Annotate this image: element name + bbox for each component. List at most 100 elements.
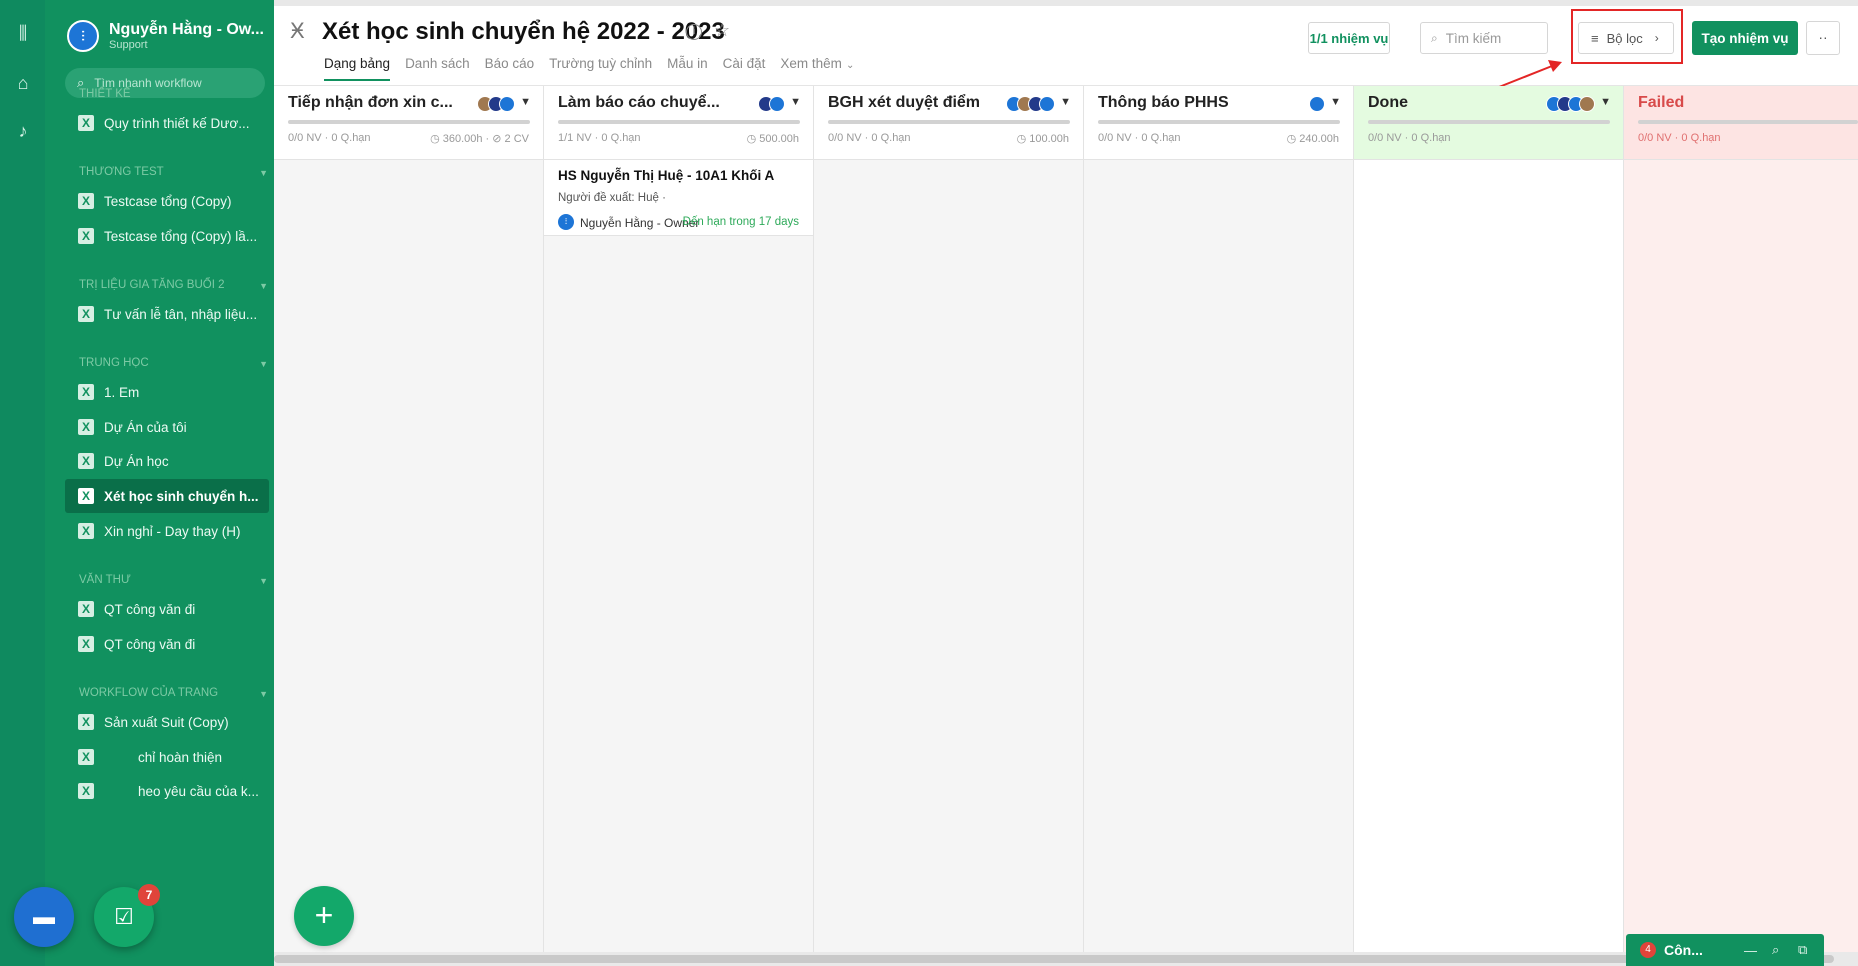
search-icon[interactable]: ⌕ [1772, 942, 1779, 958]
chevron-down-icon[interactable]: ▼ [259, 576, 268, 586]
profile[interactable]: ⫶ Nguyễn Hằng - Ow... Support [67, 20, 264, 52]
workflow-icon: X [78, 419, 94, 435]
avatar [1579, 96, 1595, 112]
card-title: HS Nguyễn Thị Huệ - 10A1 Khối A [558, 168, 775, 183]
sidebar-item[interactable]: X Testcase tổng (Copy) lầ... [65, 219, 269, 253]
progress-bar [1368, 120, 1610, 124]
column-bgh-xet-duyet: BGH xét duyệt điểm ▼ 0/0 NV · 0 Q.hạn ◷ … [814, 86, 1084, 952]
tab-dang-bang[interactable]: Dạng bảng [324, 56, 391, 81]
tab-cai-dat[interactable]: Cài đặt [723, 56, 766, 81]
column-title: Tiếp nhận đơn xin c... [288, 94, 453, 111]
column-hours: ◷ 100.00h [1016, 133, 1069, 145]
group-thiet-ke[interactable]: THIẾT KẾ [79, 88, 131, 100]
card-due: Đến hạn trong 17 days [682, 216, 799, 228]
column-lam-bao-cao: Làm báo cáo chuyể... ▼ 1/1 NV · 0 Q.hạn … [544, 86, 814, 952]
tab-danh-sach[interactable]: Danh sách [405, 56, 470, 81]
sidebar-item[interactable]: X Tư vấn lễ tân, nhập liệu... [65, 297, 269, 331]
sidebar-item[interactable]: X Dự Án học [65, 444, 269, 478]
group-workflow-cua-trang[interactable]: WORKFLOW CỦA TRANG [79, 687, 218, 699]
caret-down-icon[interactable]: ▼ [520, 96, 531, 108]
column-hours: ◷ 240.00h [1286, 133, 1339, 145]
tab-xem-them[interactable]: Xem thêm ⌄ [780, 56, 854, 81]
sidebar-item[interactable]: X Xin nghỉ - Day thay (H) [65, 514, 269, 548]
avatar [499, 96, 515, 112]
sidebar-item-label: Dự Án học [104, 453, 169, 469]
sidebar-item-label: Xét học sinh chuyển h... [104, 488, 259, 504]
sidebar-item[interactable]: X Sản xuất Suit (Copy) [65, 705, 269, 739]
unread-badge: 4 [1640, 942, 1656, 958]
app-logo-icon[interactable]: ⫼ [12, 22, 34, 44]
workflow-icon: X [78, 601, 94, 617]
sidebar-item[interactable]: Xchỉ hoàn thiện [65, 740, 269, 774]
column-title: Làm báo cáo chuyể... [558, 94, 720, 111]
chevron-down-icon[interactable]: ▼ [259, 281, 268, 291]
caret-down-icon[interactable]: ▼ [790, 96, 801, 108]
workflow-icon: X [78, 636, 94, 652]
search-icon: ⌕ [1431, 30, 1438, 45]
avatar: ⫶ [67, 20, 99, 52]
column-title: Failed [1638, 94, 1685, 111]
view-tabs: Dạng bảng Danh sách Báo cáo Trường tuỳ c… [324, 56, 869, 81]
tab-label: Báo cáo [484, 56, 535, 71]
bell-icon[interactable]: ♪ [12, 120, 34, 142]
sidebar-item[interactable]: X 1. Em [65, 375, 269, 409]
sidebar-item[interactable]: X Quy trình thiết kế Dươ... [65, 106, 269, 140]
sidebar-item[interactable]: Xheo yêu cầu của k... [65, 774, 269, 808]
column-title: Thông báo PHHS [1098, 94, 1229, 111]
scrollbar-thumb[interactable] [274, 955, 1834, 963]
external-link-icon[interactable]: ⧉ [1798, 942, 1807, 958]
top-divider [274, 0, 1858, 6]
column-thong-bao-phhs: Thông báo PHHS ▼ 0/0 NV · 0 Q.hạn ◷ 240.… [1084, 86, 1354, 952]
home-icon[interactable]: ⌂ [12, 72, 34, 94]
star-icon[interactable]: ☆ [714, 20, 730, 41]
create-task-button[interactable]: Tạo nhiệm vụ [1692, 21, 1798, 55]
icon-rail: ⫼ ⌂ ♪ [0, 0, 45, 966]
group-trung-hoc[interactable]: TRUNG HỌC [79, 357, 149, 369]
caret-down-icon[interactable]: ▼ [1600, 96, 1611, 108]
workflow-icon: X [78, 115, 94, 131]
profile-role: Support [109, 39, 148, 51]
more-options-button[interactable]: ·· [1806, 21, 1840, 55]
chevron-down-icon[interactable]: ▼ [259, 689, 268, 699]
workflow-icon: X [78, 488, 94, 504]
search-placeholder: Tìm kiếm [1445, 30, 1502, 46]
column-members[interactable] [758, 96, 785, 112]
sidebar-item[interactable]: X QT công văn đi [65, 592, 269, 626]
column-members[interactable] [1546, 96, 1595, 112]
chevron-down-icon[interactable]: ▼ [259, 168, 268, 178]
tab-mau-in[interactable]: Mẫu in [667, 56, 708, 81]
column-header: Tiếp nhận đơn xin c... ▼ 0/0 NV · 0 Q.hạ… [274, 86, 543, 160]
tab-truong-tuy-chinh[interactable]: Trường tuỳ chỉnh [549, 56, 652, 81]
caret-down-icon[interactable]: ▼ [1330, 96, 1341, 108]
minimize-icon[interactable]: — [1744, 943, 1757, 958]
info-icon[interactable]: i [686, 24, 702, 40]
add-button[interactable]: + [294, 886, 354, 946]
group-tri-lieu[interactable]: TRỊ LIỆU GIA TĂNG BUỔI 2 [79, 279, 225, 291]
column-members[interactable] [1006, 96, 1055, 112]
tab-bao-cao[interactable]: Báo cáo [485, 56, 535, 81]
task-count-button[interactable]: 1/1 nhiệm vụ [1308, 22, 1390, 54]
progress-bar [1098, 120, 1340, 124]
mini-chat-bar[interactable]: 4 Côn... — ⌕ ⧉ [1626, 934, 1824, 966]
tab-label: Xem thêm [780, 56, 842, 71]
sidebar-item[interactable]: X QT công văn đi [65, 627, 269, 661]
workflow-icon: X [78, 306, 94, 322]
chat-icon[interactable]: ▬ [14, 887, 74, 947]
sidebar-item[interactable]: X Dự Án của tôi [65, 410, 269, 444]
task-card[interactable]: HS Nguyễn Thị Huệ - 10A1 Khối A Người đề… [544, 160, 813, 236]
chevron-down-icon[interactable]: ▼ [259, 359, 268, 369]
column-header: BGH xét duyệt điểm ▼ 0/0 NV · 0 Q.hạn ◷ … [814, 86, 1083, 160]
tab-label: Danh sách [405, 56, 470, 71]
group-thuong-test[interactable]: THƯƠNG TEST [79, 166, 164, 178]
column-header: Thông báo PHHS ▼ 0/0 NV · 0 Q.hạn ◷ 240.… [1084, 86, 1353, 160]
search-input[interactable]: ⌕ Tìm kiếm [1420, 22, 1548, 54]
horizontal-scrollbar[interactable] [274, 952, 1858, 966]
caret-down-icon[interactable]: ▼ [1060, 96, 1071, 108]
avatar [1039, 96, 1055, 112]
column-members[interactable] [1309, 96, 1325, 112]
sidebar-item[interactable]: X Testcase tổng (Copy) [65, 184, 269, 218]
column-header: Done ▼ 0/0 NV · 0 Q.hạn [1354, 86, 1623, 160]
sidebar-item-active[interactable]: X Xét học sinh chuyển h... [65, 479, 269, 513]
group-van-thu[interactable]: VĂN THƯ [79, 574, 131, 586]
column-members[interactable] [477, 96, 515, 112]
